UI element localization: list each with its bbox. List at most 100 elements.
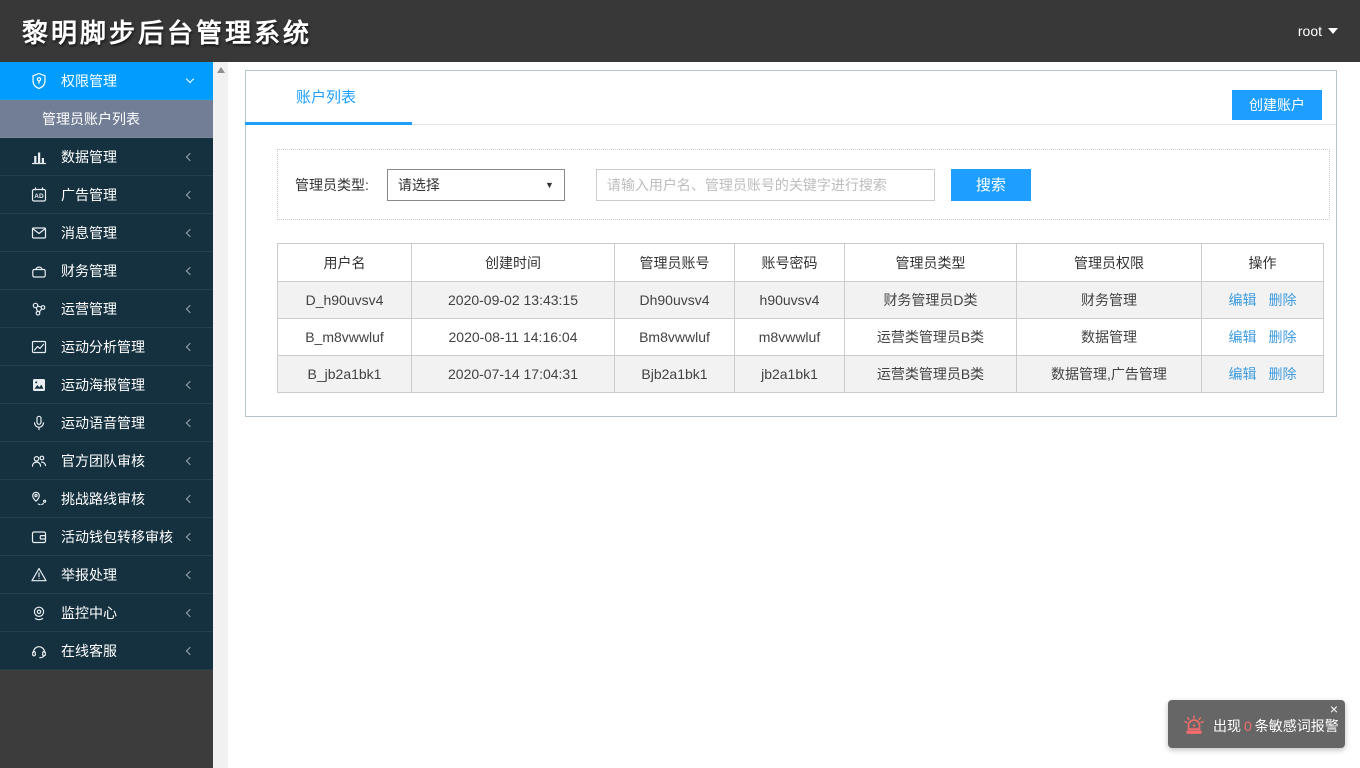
cell-permission: 财务管理 [1016, 281, 1202, 319]
caret-down-icon [1328, 28, 1338, 34]
delete-link[interactable]: 删除 [1269, 366, 1297, 382]
user-menu[interactable]: root [1298, 23, 1338, 39]
search-button[interactable]: 搜索 [950, 168, 1031, 201]
sidebar-subitem-admin-account-list[interactable]: 管理员账户列表 [0, 100, 213, 138]
sidebar-item-challenge-route-review[interactable]: 挑战路线审核 [0, 480, 213, 518]
sidebar-item-operations-mgmt[interactable]: 运营管理 [0, 290, 213, 328]
sidebar-item-permissions[interactable]: 权限管理 [0, 62, 213, 100]
cell-password: jb2a1bk1 [734, 355, 845, 393]
sidebar-item-label: 挑战路线审核 [61, 490, 145, 507]
chevron-left-icon [185, 342, 195, 352]
svg-text:AD: AD [34, 193, 44, 200]
purse-icon [32, 266, 46, 278]
cell-account: Bm8vwwluf [614, 318, 735, 356]
cell-account: Dh90uvsv4 [614, 281, 735, 319]
cell-permission: 数据管理 [1016, 318, 1202, 356]
col-header-username: 用户名 [277, 243, 412, 282]
sidebar-item-label: 监控中心 [61, 604, 117, 621]
sidebar-item-label: 数据管理 [61, 148, 117, 165]
chevron-left-icon [185, 646, 195, 656]
cell-username: B_jb2a1bk1 [277, 355, 412, 393]
search-input[interactable] [595, 168, 935, 201]
chevron-left-icon [185, 418, 195, 428]
sidebar-scrollbar[interactable] [213, 62, 228, 768]
chevron-left-icon [185, 380, 195, 390]
chevron-left-icon [185, 304, 195, 314]
cell-username: D_h90uvsv4 [277, 281, 412, 319]
sidebar-item-finance-mgmt[interactable]: 财务管理 [0, 252, 213, 290]
share-nodes-icon [32, 302, 46, 316]
chevron-left-icon [185, 152, 195, 162]
warning-icon [31, 567, 47, 581]
sidebar-item-label: 财务管理 [61, 262, 117, 279]
sidebar-menu: 权限管理 管理员账户列表 数据管理 AD 广告管理 消息管理 财务管理 运营管理… [0, 62, 213, 670]
table-row: B_jb2a1bk1 2020-07-14 17:04:31 Bjb2a1bk1… [277, 355, 1324, 393]
sidebar-item-label: 在线客服 [61, 642, 117, 659]
sensitive-word-toast: × 出现 0 条敏感词报警 [1168, 700, 1345, 748]
cell-type: 运营类管理员B类 [844, 355, 1017, 393]
microphone-icon [33, 415, 45, 430]
close-icon[interactable]: × [1330, 701, 1338, 717]
table-row: B_m8vwwluf 2020-08-11 14:16:04 Bm8vwwluf… [277, 318, 1324, 356]
sidebar-subitem-label: 管理员账户列表 [42, 111, 140, 127]
sidebar-item-label: 运动分析管理 [61, 338, 145, 355]
col-header-actions: 操作 [1201, 243, 1324, 282]
edit-link[interactable]: 编辑 [1229, 292, 1257, 308]
delete-link[interactable]: 删除 [1269, 292, 1297, 308]
chevron-left-icon [185, 228, 195, 238]
tab-bar: 账户列表 创建账户 [245, 71, 1336, 125]
chevron-left-icon [185, 456, 195, 466]
bar-chart-icon [31, 152, 47, 164]
sidebar-item-label: 权限管理 [61, 72, 117, 89]
wallet-icon [31, 530, 47, 543]
delete-link[interactable]: 删除 [1269, 329, 1297, 345]
chevron-left-icon [185, 494, 195, 504]
sidebar-item-ad-mgmt[interactable]: AD 广告管理 [0, 176, 213, 214]
sidebar-item-online-service[interactable]: 在线客服 [0, 632, 213, 670]
sidebar-item-official-team-review[interactable]: 官方团队审核 [0, 442, 213, 480]
filter-area: 管理员类型: 请选择 ▼ 搜索 [277, 149, 1330, 220]
sidebar-item-wallet-transfer-review[interactable]: 活动钱包转移审核 [0, 518, 213, 556]
headset-icon [32, 645, 46, 658]
sidebar-item-label: 官方团队审核 [61, 452, 145, 469]
edit-link[interactable]: 编辑 [1229, 329, 1257, 345]
col-header-account: 管理员账号 [614, 243, 735, 282]
edit-link[interactable]: 编辑 [1229, 366, 1257, 382]
chevron-left-icon [185, 532, 195, 542]
app-root: 黎明脚步后台管理系统 root 权限管理 管理员账户列表 数据管理 AD 广告管… [0, 0, 1360, 768]
cell-type: 运营类管理员B类 [844, 318, 1017, 356]
route-pin-icon [32, 491, 47, 505]
sidebar-item-data-mgmt[interactable]: 数据管理 [0, 138, 213, 176]
sidebar-item-sport-analysis-mgmt[interactable]: 运动分析管理 [0, 328, 213, 366]
admin-type-label: 管理员类型: [295, 176, 369, 193]
sidebar-item-message-mgmt[interactable]: 消息管理 [0, 214, 213, 252]
tab-active-underline [245, 122, 412, 125]
create-account-button[interactable]: 创建账户 [1232, 90, 1322, 120]
cell-actions: 编辑 删除 [1201, 355, 1324, 393]
sidebar-item-sport-voice-mgmt[interactable]: 运动语音管理 [0, 404, 213, 442]
sidebar-item-report-handling[interactable]: 举报处理 [0, 556, 213, 594]
sidebar-item-sport-poster-mgmt[interactable]: 运动海报管理 [0, 366, 213, 404]
top-header: 黎明脚步后台管理系统 root [0, 0, 1360, 62]
tab-account-list[interactable]: 账户列表 [296, 71, 356, 125]
admin-type-select[interactable]: 请选择 ▼ [386, 168, 565, 201]
toast-count: 0 [1244, 718, 1252, 734]
user-name: root [1297, 23, 1322, 39]
cell-created: 2020-07-14 17:04:31 [411, 355, 615, 393]
sidebar-item-label: 运营管理 [61, 300, 117, 317]
sidebar: 权限管理 管理员账户列表 数据管理 AD 广告管理 消息管理 财务管理 运营管理… [0, 62, 213, 768]
cell-actions: 编辑 删除 [1201, 281, 1324, 319]
sidebar-item-label: 举报处理 [61, 566, 117, 583]
scroll-up-arrow-icon[interactable] [216, 67, 225, 73]
col-header-created: 创建时间 [411, 243, 615, 282]
accounts-table: 用户名 创建时间 管理员账号 账号密码 管理员类型 管理员权限 操作 D_h90… [277, 243, 1324, 393]
cell-type: 财务管理员D类 [844, 281, 1017, 319]
table-header-row: 用户名 创建时间 管理员账号 账号密码 管理员类型 管理员权限 操作 [277, 243, 1324, 282]
poster-image-icon [33, 378, 45, 391]
webcam-icon [33, 606, 45, 620]
chevron-left-icon [185, 570, 195, 580]
col-header-permission: 管理员权限 [1016, 243, 1202, 282]
sidebar-item-monitor-center[interactable]: 监控中心 [0, 594, 213, 632]
select-caret-icon: ▼ [544, 179, 554, 190]
cell-account: Bjb2a1bk1 [614, 355, 735, 393]
